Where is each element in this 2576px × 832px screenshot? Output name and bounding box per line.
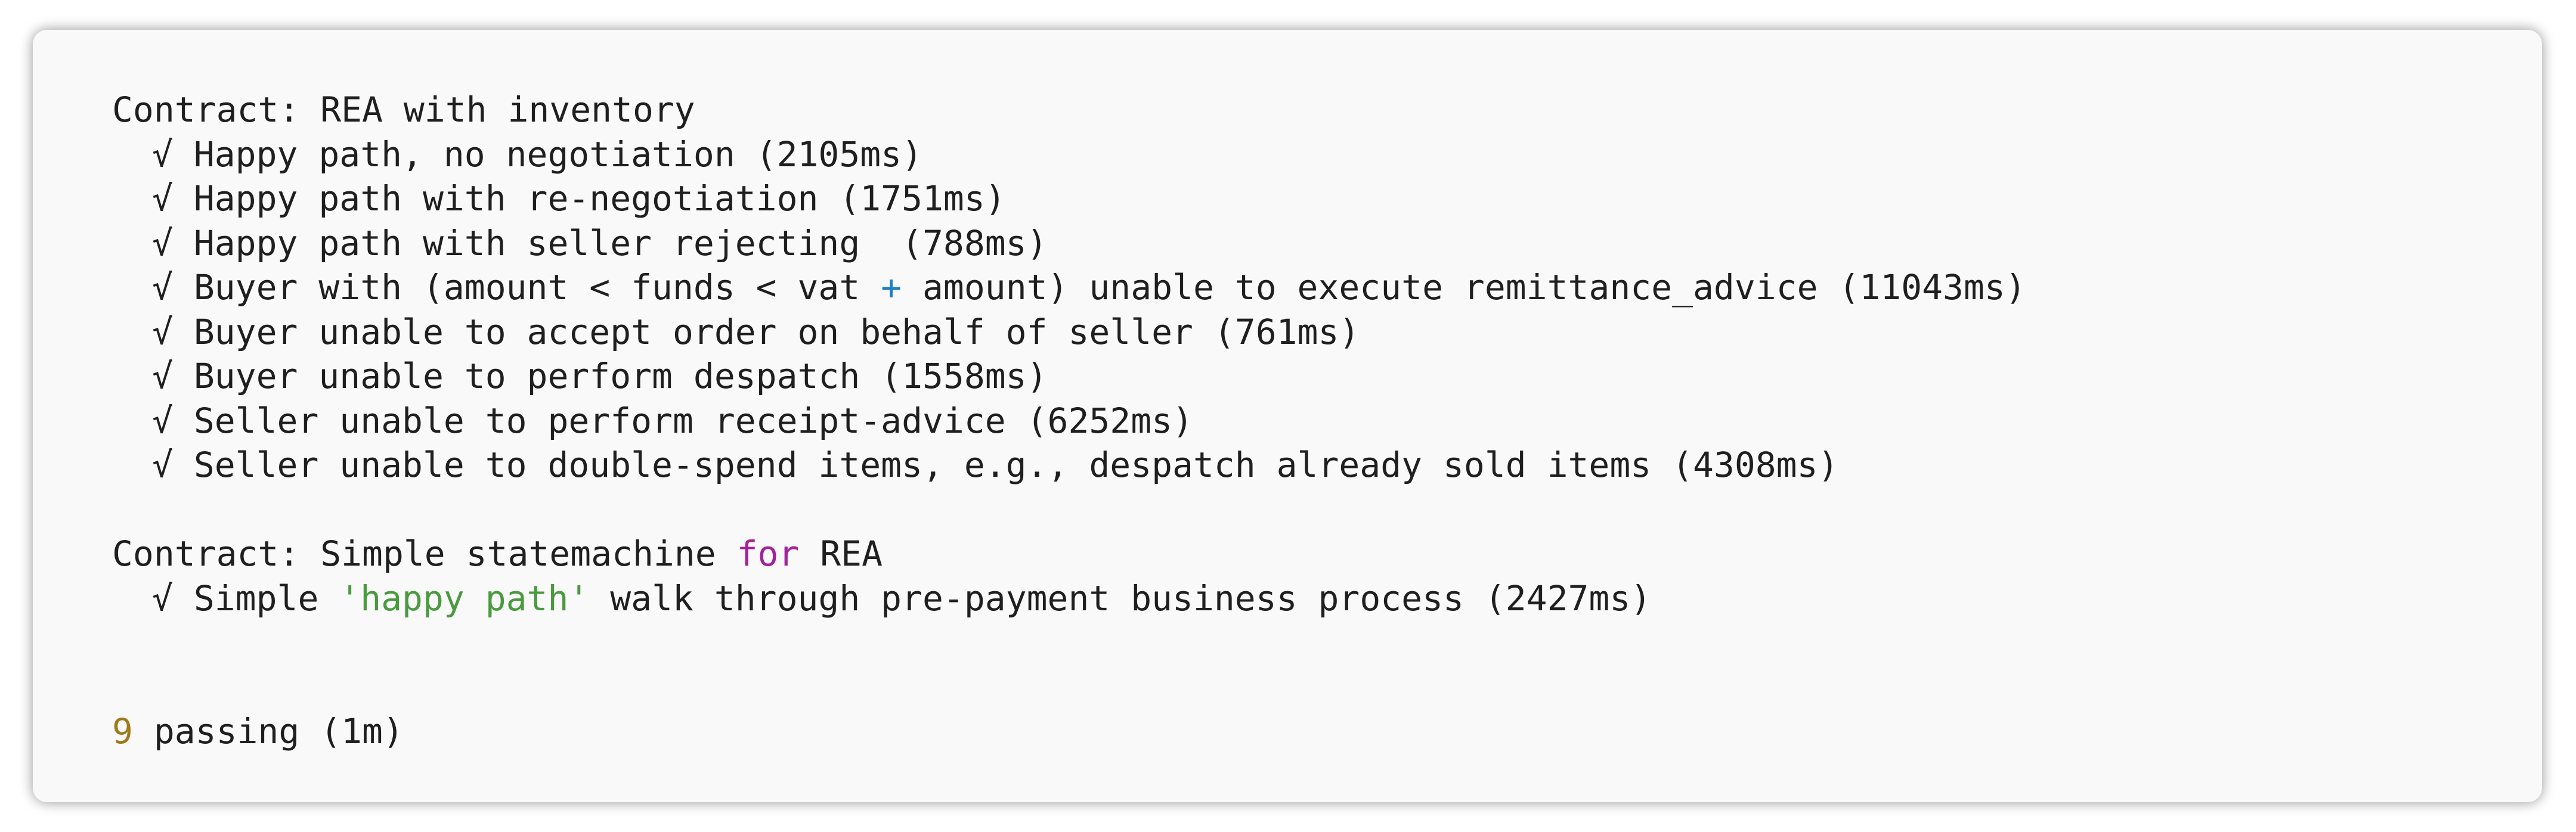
check-mark: √ xyxy=(152,356,173,396)
test-result: √ Buyer unable to accept order on behalf… xyxy=(112,310,2542,355)
suite-title: Contract: REA with inventory xyxy=(112,89,695,130)
suite-title: Contract: Simple statemachine for REA xyxy=(112,532,2542,576)
test-name-end: amount) unable to execute remittance_adv… xyxy=(902,267,2026,308)
passing-count: 9 xyxy=(112,711,133,752)
terminal-output: Contract: REA with inventory √ Happy path… xyxy=(33,30,2542,802)
suite-title-end: REA xyxy=(799,533,883,574)
test-name: Seller unable to perform receipt-advice … xyxy=(193,400,1193,441)
test-name: Buyer unable to accept order on behalf o… xyxy=(193,311,1360,352)
check-mark: √ xyxy=(152,222,173,263)
test-name: Happy path, no negotiation (2105ms) xyxy=(193,134,923,175)
test-name: Happy path with seller rejecting (788ms) xyxy=(193,222,1048,263)
check-mark: √ xyxy=(152,178,173,219)
for-keyword: for xyxy=(736,533,800,574)
string-literal: 'happy path' xyxy=(339,578,590,619)
suite-title-start: Contract: Simple statemachine xyxy=(112,533,737,574)
test-name: Buyer unable to perform despatch (1558ms… xyxy=(193,356,1048,396)
test-name: Seller unable to double-spend items, e.g… xyxy=(193,445,1839,485)
check-mark: √ xyxy=(152,134,173,175)
check-mark: √ xyxy=(152,267,173,308)
test-name-start: Buyer with (amount < funds < vat xyxy=(193,267,881,308)
test-name-end: walk through pre-payment business proces… xyxy=(589,578,1652,619)
check-mark: √ xyxy=(152,400,173,441)
test-name: Happy path with re-negotiation (1751ms) xyxy=(193,178,1006,219)
test-result: √ Simple 'happy path' walk through pre-p… xyxy=(112,576,2542,621)
plus-operator: + xyxy=(881,267,902,308)
test-result: √ Buyer unable to perform despatch (1558… xyxy=(112,354,2542,399)
test-result: √ Happy path with seller rejecting (788m… xyxy=(112,221,2542,266)
test-result: √ Buyer with (amount < funds < vat + amo… xyxy=(112,265,2542,310)
check-mark: √ xyxy=(152,445,173,485)
test-result: √ Happy path with re-negotiation (1751ms… xyxy=(112,176,2542,221)
summary-line: 9 passing (1m) xyxy=(112,709,2542,754)
check-mark: √ xyxy=(152,311,173,352)
test-result: √ Happy path, no negotiation (2105ms) xyxy=(112,132,2542,177)
check-mark: √ xyxy=(152,578,173,619)
test-result: √ Seller unable to double-spend items, e… xyxy=(112,443,2542,488)
passing-text: passing (1m) xyxy=(132,711,404,752)
test-result: √ Seller unable to perform receipt-advic… xyxy=(112,399,2542,443)
test-name-start: Simple xyxy=(193,578,340,619)
